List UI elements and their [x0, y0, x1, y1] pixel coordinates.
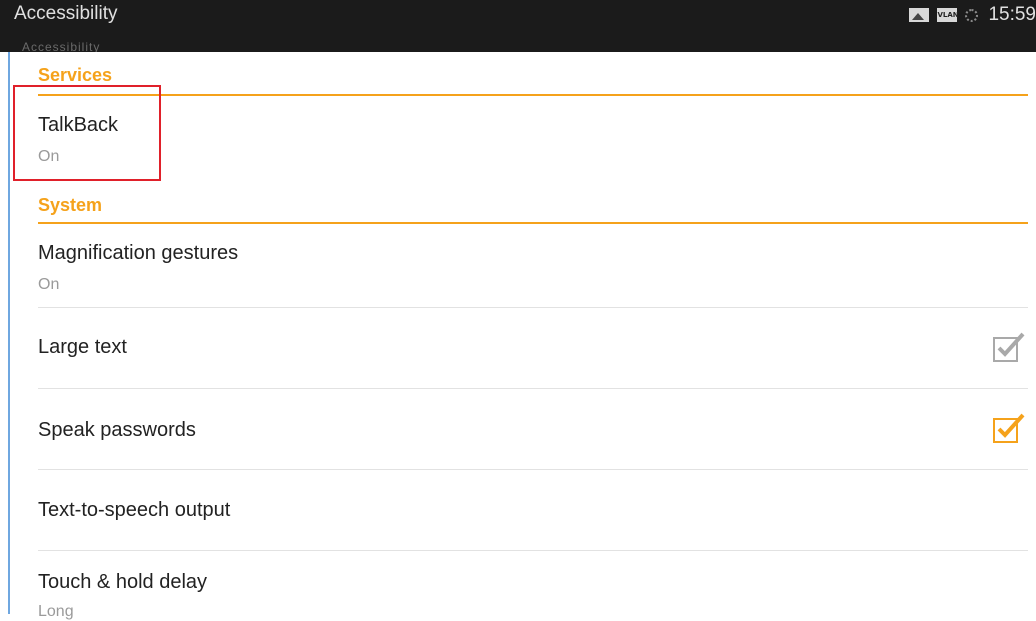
large-text-checkbox[interactable] — [992, 330, 1026, 364]
section-header-services: Services — [38, 60, 1028, 96]
setting-speak-passwords[interactable]: Speak passwords — [38, 389, 1028, 470]
setting-title: Text-to-speech output — [38, 499, 231, 521]
section-header-label: Services — [38, 65, 113, 85]
setting-title: Magnification gestures — [38, 242, 239, 264]
setting-text-to-speech-output[interactable]: Text-to-speech output — [38, 470, 1028, 551]
setting-summary: Long — [38, 603, 74, 620]
setting-summary: On — [38, 276, 60, 293]
highlight-box — [13, 85, 161, 181]
setting-title: Large text — [38, 336, 127, 358]
settings-list[interactable]: Services TalkBack On System Magnificatio… — [8, 52, 1036, 620]
picture-icon — [909, 8, 930, 22]
speak-passwords-checkbox[interactable] — [992, 411, 1026, 445]
checkbox-frame — [993, 418, 1018, 443]
setting-talkback[interactable]: TalkBack On — [38, 98, 1028, 194]
clock: 15:59 — [988, 4, 1036, 25]
section-header-label: System — [38, 195, 103, 215]
status-bar: Accessibility Accessibility VLAN 15:59 — [0, 0, 1036, 54]
setting-magnification-gestures[interactable]: Magnification gestures On — [38, 224, 1028, 308]
setting-large-text[interactable]: Large text — [38, 308, 1028, 389]
sync-icon — [965, 8, 979, 22]
setting-touch-hold-delay[interactable]: Touch & hold delay Long — [38, 551, 1028, 621]
checkbox-frame — [993, 337, 1018, 362]
status-title: Accessibility — [14, 3, 118, 24]
setting-title: Touch & hold delay — [38, 571, 208, 593]
setting-title: Speak passwords — [38, 419, 196, 441]
status-icons: VLAN 15:59 — [909, 4, 1036, 26]
section-header-system: System — [38, 192, 1028, 224]
vlan-icon: VLAN — [937, 8, 959, 22]
